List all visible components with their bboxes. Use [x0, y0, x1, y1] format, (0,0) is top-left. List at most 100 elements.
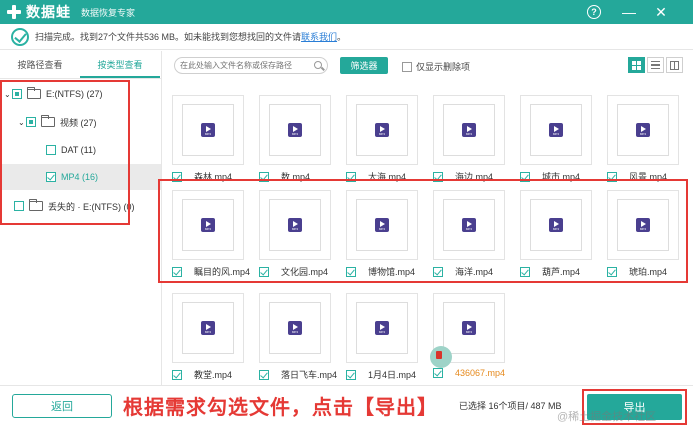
thumbnail-frame: MP4 [182, 104, 234, 156]
help-icon[interactable]: ? [587, 5, 601, 19]
file-card[interactable]: MP4 436067.mp4 [423, 285, 505, 378]
contact-us-link[interactable]: 联系我们 [301, 30, 337, 43]
file-type-badge: MP4 [291, 330, 299, 334]
deleted-file-badge-icon [430, 346, 452, 368]
sidebar: 按路径查看 按类型查看 ⌄ E:(NTFS) (27) ⌄ 视频 (27) DA… [0, 51, 162, 385]
video-file-icon: MP4 [288, 321, 302, 335]
list-view-button[interactable] [647, 57, 664, 73]
video-file-icon: MP4 [288, 123, 302, 137]
view-tabs: 按路径查看 按类型查看 [0, 51, 161, 79]
video-file-icon: MP4 [375, 123, 389, 137]
check-circle-icon [11, 27, 29, 46]
thumbnail-frame: MP4 [269, 302, 321, 354]
app-name: 数据蛙 [26, 4, 71, 20]
file-card[interactable]: MP4 1月4日.mp4 [336, 285, 418, 380]
highlight-box-row [158, 179, 688, 283]
detail-view-icon [670, 60, 679, 70]
thumbnail-frame: MP4 [443, 104, 495, 156]
toolbar: 筛选器 仅显示删除项 [162, 51, 693, 79]
video-file-icon: MP4 [201, 321, 215, 335]
file-card[interactable]: MP4 大海.mp4 [336, 87, 418, 182]
detail-view-button[interactable] [666, 57, 683, 73]
file-thumbnail[interactable]: MP4 [259, 95, 331, 165]
file-card[interactable]: MP4 城市.mp4 [510, 87, 592, 182]
file-type-badge: MP4 [204, 330, 212, 334]
thumbnail-frame: MP4 [356, 302, 408, 354]
app-logo: 数据蛙 [6, 2, 71, 22]
grid-view-icon [632, 60, 641, 70]
scan-status-bar: 扫描完成。找到27个文件共536 MB。如未能找到您想找回的文件请 联系我们 。 [0, 24, 693, 50]
search-field[interactable] [174, 57, 328, 74]
file-card[interactable]: MP4 海边.mp4 [423, 87, 505, 182]
file-name: 落日飞车.mp4 [281, 370, 338, 380]
file-label: 教堂.mp4 [172, 368, 272, 381]
video-file-icon: MP4 [636, 123, 650, 137]
file-thumbnail[interactable]: MP4 [346, 95, 418, 165]
watermark: @稀土掘金技术社区 [557, 411, 657, 423]
file-name: 教堂.mp4 [194, 370, 233, 380]
thumbnail-frame: MP4 [443, 302, 495, 354]
file-thumbnail[interactable]: MP4 [172, 293, 244, 363]
filter-button[interactable]: 筛选器 [340, 57, 388, 74]
file-thumbnail[interactable]: MP4 [607, 95, 679, 165]
file-type-badge: MP4 [465, 132, 473, 136]
file-grid: MP4 森林.mp4 MP4 数.mp4 MP4 大海.mp4 MP4 海边.mp4 MP4 城市… [158, 79, 693, 385]
video-file-icon: MP4 [201, 123, 215, 137]
close-button[interactable]: ✕ [652, 3, 670, 21]
file-type-badge: MP4 [204, 132, 212, 136]
scan-message-end: 。 [337, 32, 347, 42]
file-card[interactable]: MP4 风景.mp4 [597, 87, 679, 182]
file-card[interactable]: MP4 教堂.mp4 [162, 285, 244, 380]
video-file-icon: MP4 [375, 321, 389, 335]
bottom-bar: 返回 根据需求勾选文件，点击【导出】 已选择 16个项目/ 487 MB 导出 … [0, 385, 693, 428]
title-bar: 数据蛙 数据恢复专家 ? — ✕ [0, 0, 693, 24]
only-deleted-toggle[interactable]: 仅显示删除项 [402, 60, 470, 73]
file-label: 落日飞车.mp4 [259, 368, 359, 381]
file-thumbnail[interactable]: MP4 [346, 293, 418, 363]
file-card[interactable]: MP4 数.mp4 [249, 87, 331, 182]
file-type-badge: MP4 [465, 330, 473, 334]
tab-by-path[interactable]: 按路径查看 [0, 51, 80, 78]
list-view-icon [651, 61, 660, 69]
thumbnail-frame: MP4 [269, 104, 321, 156]
back-button[interactable]: 返回 [12, 394, 112, 418]
only-deleted-checkbox[interactable] [402, 61, 412, 72]
search-icon[interactable] [314, 61, 322, 69]
app-tagline: 数据恢复专家 [81, 7, 136, 18]
thumbnail-frame: MP4 [530, 104, 582, 156]
file-label: 436067.mp4 [433, 368, 533, 378]
thumbnail-frame: MP4 [617, 104, 669, 156]
file-type-badge: MP4 [378, 132, 386, 136]
tab-by-type[interactable]: 按类型查看 [80, 51, 160, 78]
file-thumbnail[interactable]: MP4 [259, 293, 331, 363]
video-file-icon: MP4 [462, 123, 476, 137]
selection-summary: 已选择 16个项目/ 487 MB [459, 401, 562, 411]
file-thumbnail[interactable]: MP4 [433, 95, 505, 165]
file-checkbox[interactable] [346, 369, 356, 380]
file-name: 1月4日.mp4 [368, 370, 417, 380]
plus-logo-icon [6, 4, 22, 20]
only-deleted-label: 仅显示删除项 [416, 62, 471, 72]
grid-view-button[interactable] [628, 57, 645, 73]
file-checkbox[interactable] [259, 369, 269, 380]
thumbnail-frame: MP4 [182, 302, 234, 354]
file-thumbnail[interactable]: MP4 [172, 95, 244, 165]
video-file-icon: MP4 [549, 123, 563, 137]
file-label: 1月4日.mp4 [346, 368, 446, 381]
file-card[interactable]: MP4 森林.mp4 [162, 87, 244, 182]
instruction-text: 根据需求勾选文件，点击【导出】 [123, 397, 438, 419]
file-name: 436067.mp4 [455, 368, 506, 378]
file-type-badge: MP4 [639, 132, 647, 136]
file-type-badge: MP4 [378, 330, 386, 334]
file-thumbnail[interactable]: MP4 [520, 95, 592, 165]
file-checkbox[interactable] [172, 369, 182, 380]
scan-message: 扫描完成。找到27个文件共536 MB。如未能找到您想找回的文件请 [35, 32, 302, 42]
highlight-box-tree [0, 80, 130, 225]
search-input[interactable] [180, 61, 300, 70]
file-card[interactable]: MP4 落日飞车.mp4 [249, 285, 337, 380]
video-file-icon: MP4 [462, 321, 476, 335]
file-checkbox[interactable] [433, 368, 443, 378]
file-thumbnail[interactable]: MP4 [430, 293, 505, 368]
file-type-badge: MP4 [552, 132, 560, 136]
minimize-button[interactable]: — [620, 3, 638, 21]
